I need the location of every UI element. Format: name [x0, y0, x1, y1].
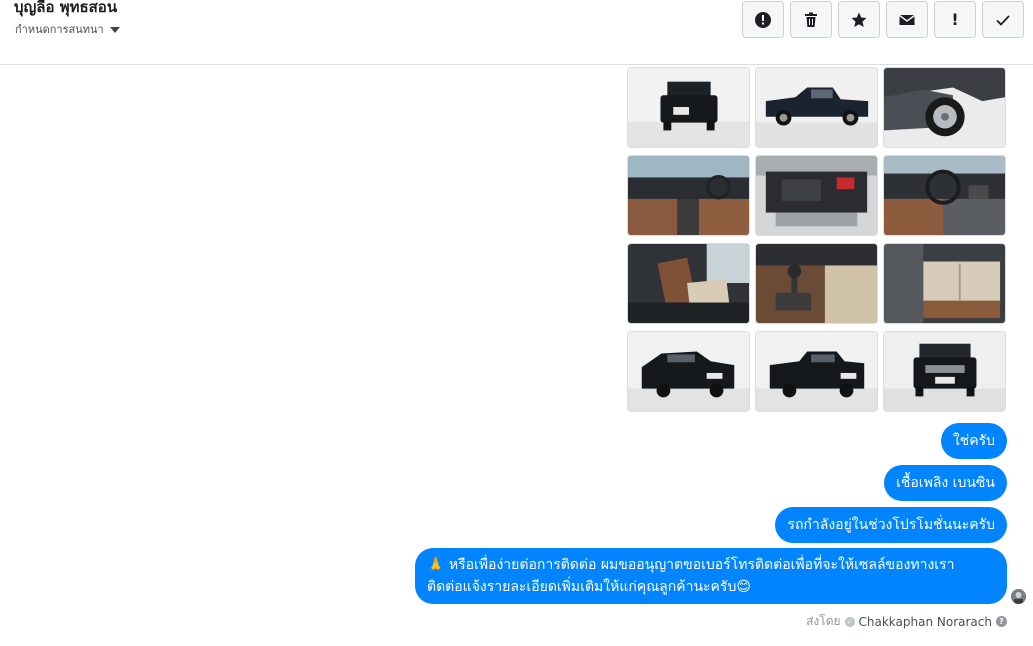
delete-button[interactable]: [790, 1, 832, 38]
caret-down-icon: [109, 26, 120, 33]
sent-by-label: ส่งโดย: [806, 614, 841, 628]
conversation-header: บุญลือ พุทธสอน กำหนดการสนทนา !: [0, 0, 1033, 65]
message-line: 🙏 หรือเพื่อง่ายต่อการติดต่อ ผมขออนุญาตขอ…: [427, 557, 955, 573]
photo-truck-rear-quarter[interactable]: [755, 331, 878, 412]
photo-gear-shift[interactable]: [755, 243, 878, 324]
envelope-icon: [899, 14, 915, 25]
photo-steering-wheel[interactable]: [883, 155, 1006, 236]
photo-truck-wheel[interactable]: [883, 67, 1006, 148]
spam-button[interactable]: [742, 1, 784, 38]
done-button[interactable]: [982, 1, 1024, 38]
important-button[interactable]: !: [934, 1, 976, 38]
photo-rear-seats[interactable]: [883, 243, 1006, 324]
photo-truck-front-quarter[interactable]: [627, 331, 750, 412]
message-bubble[interactable]: รถกำลังอยู่ในช่วงโปรโมชั่นนะครับ: [775, 507, 1007, 543]
verified-icon: ✓: [844, 616, 855, 627]
message-bubble[interactable]: เชื้อเพลิง เบนซิน: [884, 465, 1007, 501]
photo-engine-bay[interactable]: [755, 155, 878, 236]
photo-truck-side[interactable]: [755, 67, 878, 148]
conversation-settings-label: กำหนดการสนทนา: [15, 23, 104, 36]
check-icon: [996, 14, 1010, 26]
alert-circle-icon: [755, 11, 771, 28]
sender-name[interactable]: Chakkaphan Norarach: [859, 615, 992, 629]
trash-icon: [805, 12, 817, 27]
photo-truck-front[interactable]: [883, 331, 1006, 412]
star-icon: [851, 12, 867, 27]
exclamation-icon: !: [951, 10, 959, 29]
mark-unread-button[interactable]: [886, 1, 928, 38]
contact-name[interactable]: บุญลือ พุทธสอน: [14, 0, 117, 17]
star-button[interactable]: [838, 1, 880, 38]
message-line: ติดต่อแจ้งรายละเอียดเพิ่มเติมให้แก่คุณลู…: [427, 579, 751, 595]
photo-truck-rear[interactable]: [627, 67, 750, 148]
sender-avatar[interactable]: [1011, 589, 1026, 604]
photo-front-seats[interactable]: [627, 243, 750, 324]
message-bubble[interactable]: ใช่ครับ: [940, 423, 1007, 459]
conversation-settings-dropdown[interactable]: กำหนดการสนทนา: [15, 20, 120, 38]
photo-attachment-grid: [627, 67, 1006, 412]
photo-interior-dashboard[interactable]: [627, 155, 750, 236]
message-bubble[interactable]: 🙏 หรือเพื่อง่ายต่อการติดต่อ ผมขออนุญาตขอ…: [415, 548, 1007, 604]
help-icon[interactable]: ?: [996, 616, 1007, 627]
conversation-toolbar: !: [742, 1, 1024, 38]
sent-by-row: ส่งโดย ✓ Chakkaphan Norarach ?: [806, 612, 1007, 631]
